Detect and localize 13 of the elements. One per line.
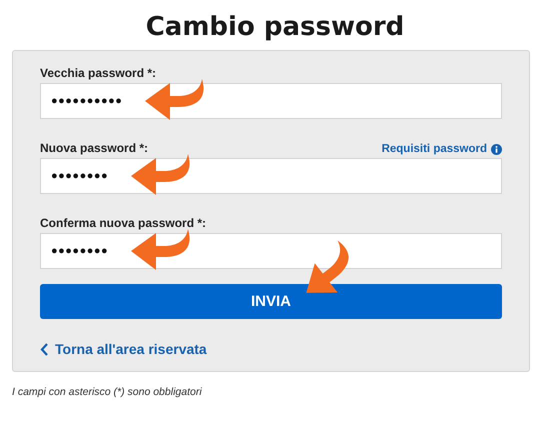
- password-field[interactable]: ●●●●●●●●: [40, 233, 502, 269]
- field-label: Nuova password *:: [40, 141, 148, 155]
- info-icon: [491, 144, 502, 154]
- required-note: I campi con asterisco (*) sono obbligatori: [12, 386, 203, 398]
- page-title: Cambio password: [144, 11, 406, 44]
- password-field[interactable]: ●●●●●●●●: [40, 158, 502, 194]
- password-field[interactable]: ●●●●●●●●●●: [40, 83, 502, 119]
- requirements-link[interactable]: Requisiti password: [382, 143, 502, 155]
- submit-button[interactable]: INVIA: [40, 284, 502, 319]
- chevron-left-icon: [40, 342, 48, 356]
- field-label: Conferma nuova password *:: [40, 216, 206, 230]
- back-link[interactable]: Torna all'area riservata: [40, 341, 207, 357]
- field-label: Vecchia password *:: [40, 66, 156, 80]
